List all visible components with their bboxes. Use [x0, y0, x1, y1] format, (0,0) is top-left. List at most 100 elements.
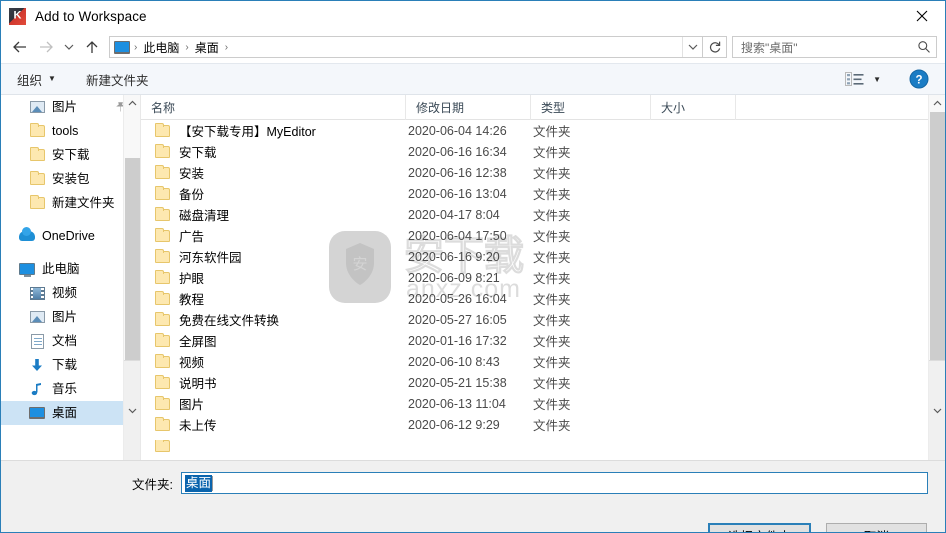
table-row[interactable]: 视频 2020-06-10 8:43 文件夹: [141, 351, 945, 372]
file-name-cell: 免费在线文件转换: [141, 310, 406, 329]
sidebar-item-pictures-quick[interactable]: 图片: [1, 95, 140, 119]
address-dropdown-button[interactable]: [682, 37, 702, 57]
breadcrumb-separator: ›: [224, 41, 229, 53]
up-arrow-icon: [86, 40, 98, 53]
breadcrumb-item-this-pc[interactable]: 此电脑: [139, 39, 183, 56]
table-row[interactable]: 安装 2020-06-16 12:38 文件夹: [141, 162, 945, 183]
file-date-cell: 2020-04-17 8:04: [408, 207, 500, 222]
sidebar-item-videos[interactable]: 视频: [1, 281, 140, 305]
sort-ascending-icon: ⌃: [271, 95, 279, 100]
file-type-cell: 文件夹: [533, 398, 571, 412]
folder-icon: [29, 147, 45, 163]
command-toolbar: 组织 ▼ 新建文件夹 ▼ ?: [1, 63, 945, 95]
file-name-label: 河东软件园: [179, 251, 242, 265]
sidebar-item-desktop[interactable]: 桌面: [1, 401, 140, 425]
refresh-button[interactable]: [703, 36, 727, 58]
close-button[interactable]: [899, 1, 945, 31]
navigation-pane: 文档 图片 tools: [1, 95, 140, 460]
sidebar-item-label: 安装包: [52, 171, 90, 186]
table-row[interactable]: 全屏图 2020-01-16 17:32 文件夹: [141, 330, 945, 351]
table-row[interactable]: 未上传 2020-06-12 9:29 文件夹: [141, 414, 945, 435]
recent-locations-button[interactable]: [59, 34, 79, 60]
document-icon: [29, 333, 45, 349]
table-row[interactable]: 磁盘清理 2020-04-17 8:04 文件夹: [141, 204, 945, 225]
sidebar-item-downloads[interactable]: 下载: [1, 353, 140, 377]
folder-input-value: 桌面: [184, 474, 212, 492]
sidebar-scrollbar[interactable]: [123, 95, 140, 460]
cancel-button[interactable]: 取消: [826, 523, 927, 532]
sidebar-item-label: 图片: [52, 309, 78, 324]
title-bar: K Add to Workspace: [1, 1, 945, 31]
file-name-cell: 安下载: [141, 142, 406, 161]
sidebar-item-tools[interactable]: tools: [1, 119, 140, 143]
chevron-up-icon: [933, 100, 942, 106]
column-header-name[interactable]: 名称 ⌃: [141, 95, 406, 120]
sidebar-item-anxiazai[interactable]: 安下载: [1, 143, 140, 167]
sidebar-item-new-folder[interactable]: 新建文件夹: [1, 191, 140, 215]
table-row[interactable]: 安下载 2020-06-16 16:34 文件夹: [141, 141, 945, 162]
search-box[interactable]: 搜索"桌面": [732, 36, 937, 58]
sidebar-item-documents[interactable]: 文档: [1, 329, 140, 353]
this-pc-icon: [19, 261, 35, 277]
sidebar-item-label: OneDrive: [42, 228, 95, 243]
search-button[interactable]: [912, 40, 936, 54]
up-button[interactable]: [79, 34, 105, 60]
folder-input[interactable]: 桌面: [180, 472, 928, 494]
file-type-cell: 文件夹: [533, 251, 571, 265]
table-row[interactable]: 免费在线文件转换 2020-05-27 16:05 文件夹: [141, 309, 945, 330]
this-pc-icon: [114, 40, 130, 54]
table-row[interactable]: 说明书 2020-05-21 15:38 文件夹: [141, 372, 945, 393]
table-row[interactable]: 【安下载专用】MyEditor 2020-06-04 14:26 文件夹: [141, 120, 945, 141]
sidebar-scroll-down-button[interactable]: [124, 360, 140, 460]
select-folder-button[interactable]: 选择文件夹: [708, 523, 811, 532]
app-icon-letter: K: [13, 9, 22, 21]
file-name-cell: 广告: [141, 226, 406, 245]
table-row[interactable]: 图片 2020-06-13 11:04 文件夹: [141, 393, 945, 414]
help-button[interactable]: ?: [909, 69, 929, 89]
sidebar-scroll-up-button[interactable]: [124, 95, 140, 112]
table-row[interactable]: 河东软件园 2020-06-16 9:20 文件夹: [141, 246, 945, 267]
sidebar-item-label: 下载: [52, 357, 78, 372]
sidebar-item-music[interactable]: 音乐: [1, 377, 140, 401]
organize-button[interactable]: 组织 ▼: [17, 70, 56, 89]
table-row[interactable]: 护眼 2020-06-09 8:21 文件夹: [141, 267, 945, 288]
table-row[interactable]: 备份 2020-06-16 13:04 文件夹: [141, 183, 945, 204]
column-header-date-modified[interactable]: 修改日期: [406, 95, 531, 120]
sidebar-item-onedrive[interactable]: OneDrive: [1, 224, 140, 248]
file-list-scroll-down-button[interactable]: [929, 360, 945, 460]
help-icon: ?: [909, 69, 929, 89]
column-header-type[interactable]: 类型: [531, 95, 651, 120]
table-row-partial[interactable]: [141, 435, 945, 456]
table-row[interactable]: 广告 2020-06-04 17:50 文件夹: [141, 225, 945, 246]
download-arrow-icon: [32, 358, 42, 371]
change-view-button[interactable]: ▼: [845, 71, 881, 87]
sidebar-item-this-pc[interactable]: 此电脑: [1, 257, 140, 281]
folder-icon: [155, 395, 170, 410]
back-button[interactable]: [7, 34, 33, 60]
address-bar[interactable]: › 此电脑 › 桌面 ›: [109, 36, 703, 58]
breadcrumb-item-desktop[interactable]: 桌面: [191, 39, 223, 56]
sidebar-scroll-thumb[interactable]: [125, 158, 140, 388]
forward-button[interactable]: [33, 34, 59, 60]
app-icon: K: [9, 7, 26, 25]
column-header-label: 大小: [661, 101, 686, 115]
new-folder-button[interactable]: 新建文件夹: [86, 70, 149, 89]
search-input[interactable]: 搜索"桌面": [733, 39, 912, 56]
sidebar-item-label: 文档: [52, 333, 78, 348]
file-list-scroll-thumb[interactable]: [930, 112, 945, 367]
file-name-label: 图片: [179, 398, 205, 412]
sidebar-item-pictures[interactable]: 图片: [1, 305, 140, 329]
column-header-size[interactable]: 大小: [651, 95, 736, 120]
sidebar-item-label: 新建文件夹: [52, 195, 115, 210]
sidebar-item-install-package[interactable]: 安装包: [1, 167, 140, 191]
close-icon: [916, 10, 928, 22]
folder-icon: [155, 122, 170, 137]
file-list-scroll-up-button[interactable]: [929, 95, 945, 112]
file-list-scrollbar[interactable]: [928, 95, 945, 460]
column-header-label: 类型: [541, 101, 566, 115]
table-row[interactable]: 教程 2020-05-26 16:04 文件夹: [141, 288, 945, 309]
sidebar-item-label: 音乐: [52, 381, 78, 396]
new-folder-label: 新建文件夹: [85, 73, 149, 88]
folder-icon: [155, 269, 170, 284]
sidebar-item-label: 图片: [52, 99, 78, 114]
